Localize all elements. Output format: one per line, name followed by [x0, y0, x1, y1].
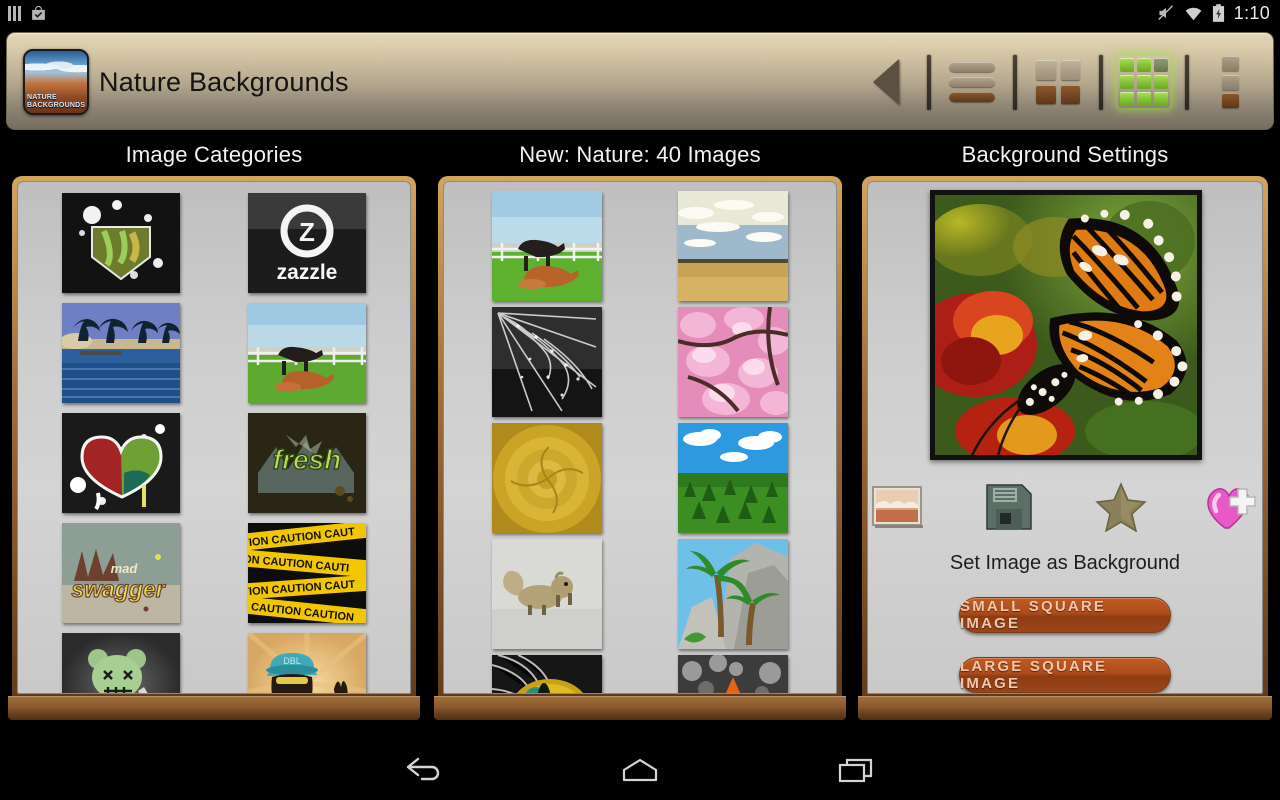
- list-item[interactable]: TION CAUTION CAUT ION CAUTION CAUTI TION…: [214, 518, 400, 628]
- list-item[interactable]: [454, 420, 640, 536]
- svg-text:swagger: swagger: [71, 576, 165, 602]
- toolbar-divider: [927, 54, 931, 110]
- status-bar-right-icons: 1:10: [1157, 0, 1270, 26]
- toolbar-divider: [1185, 54, 1189, 110]
- toolbar-divider: [1099, 54, 1103, 110]
- thumb-golden-field-sky[interactable]: [678, 191, 788, 301]
- svg-text:fresh: fresh: [273, 444, 341, 475]
- thumb-pink-blossoms[interactable]: [678, 307, 788, 417]
- column-header-new-nature: New: Nature: 40 Images: [519, 142, 761, 167]
- column-header-background-settings: Background Settings: [961, 142, 1169, 167]
- thumb-orange-starfish[interactable]: [678, 655, 788, 693]
- list-item[interactable]: mad swagger: [28, 518, 214, 628]
- list-item[interactable]: [454, 652, 640, 693]
- image-categories-list[interactable]: Z zazzle fresh mad swagger TION CAUTION …: [17, 181, 411, 694]
- large-square-image-button[interactable]: LARGE SQUARE IMAGE: [959, 657, 1171, 693]
- thumb-yellow-rose[interactable]: [492, 423, 602, 533]
- list-item[interactable]: [454, 304, 640, 420]
- set-wallpaper-icon[interactable]: [868, 478, 928, 536]
- thumb-jk-arrow-graffiti[interactable]: [62, 193, 180, 293]
- svg-text:Z: Z: [299, 217, 315, 247]
- toolbar-divider: [1013, 54, 1017, 110]
- play-store-bag-icon: [32, 5, 45, 20]
- back-nav-icon[interactable]: [364, 740, 484, 800]
- app-icon-caption: NATURE BACKGROUNDS: [27, 94, 86, 109]
- thumb-squirrel-sand[interactable]: [492, 539, 602, 649]
- thumb-horses-pasture[interactable]: [248, 303, 366, 403]
- thumb-zazzle-logo[interactable]: Z zazzle: [248, 193, 366, 293]
- list-item[interactable]: [454, 188, 640, 304]
- status-bar-clock: 1:10: [1233, 2, 1270, 23]
- back-arrow-icon[interactable]: [857, 53, 915, 111]
- thumb-palms-rocks[interactable]: [678, 539, 788, 649]
- favorite-star-icon[interactable]: [1091, 478, 1151, 536]
- thumb-mad-swagger[interactable]: mad swagger: [62, 523, 180, 623]
- list-item[interactable]: DBL: [214, 628, 400, 693]
- background-settings-panel: Set Image as Background SMALL SQUARE IMA…: [858, 176, 1272, 720]
- thumb-palm-lagoon[interactable]: [62, 303, 180, 403]
- list-item[interactable]: fresh: [214, 408, 400, 518]
- list-item[interactable]: [640, 652, 826, 693]
- add-to-favorites-heart-icon[interactable]: [1203, 478, 1263, 536]
- thumb-graffiti-heart[interactable]: [62, 413, 180, 513]
- wifi-icon: [1185, 7, 1202, 20]
- mute-icon: [1157, 5, 1173, 21]
- thumb-fresh-graffiti[interactable]: fresh: [248, 413, 366, 513]
- svg-text:zazzle: zazzle: [277, 261, 338, 284]
- thumb-cat-eye[interactable]: [492, 655, 602, 693]
- list-item[interactable]: [454, 536, 640, 652]
- new-nature-images-panel: [434, 176, 846, 720]
- status-bar-left-icons: [8, 0, 47, 26]
- thumb-hipster-beard[interactable]: DBL: [248, 633, 366, 693]
- save-floppy-icon[interactable]: [980, 478, 1040, 536]
- background-settings-content: Set Image as Background SMALL SQUARE IMA…: [867, 181, 1263, 694]
- background-action-icons: [868, 478, 1262, 536]
- thumb-caution-tape[interactable]: TION CAUTION CAUT ION CAUTION CAUTI TION…: [248, 523, 366, 623]
- list-item[interactable]: [28, 628, 214, 693]
- recent-apps-nav-icon[interactable]: [796, 740, 916, 800]
- nature-images-list[interactable]: [443, 181, 837, 694]
- overflow-menu-icon[interactable]: [1201, 53, 1259, 111]
- list-item[interactable]: [214, 298, 400, 408]
- list-item[interactable]: [28, 298, 214, 408]
- grid-3x3-view-icon[interactable]: [1115, 53, 1173, 111]
- thumb-zombie-bear[interactable]: [62, 633, 180, 693]
- list-item[interactable]: [640, 188, 826, 304]
- preview-monarch-butterfly[interactable]: [930, 190, 1202, 460]
- thumbnail-grid: Z zazzle fresh mad swagger TION CAUTION …: [18, 182, 410, 693]
- action-bar-tools: [857, 33, 1259, 131]
- grid-2x2-view-icon[interactable]: [1029, 53, 1087, 111]
- set-image-as-background-label: Set Image as Background: [949, 552, 1181, 574]
- panel-shelf: [8, 696, 420, 720]
- list-item[interactable]: [640, 420, 826, 536]
- list-item[interactable]: [28, 408, 214, 518]
- action-bar: NATURE BACKGROUNDS Nature Backgrounds: [6, 32, 1274, 130]
- app-icon[interactable]: NATURE BACKGROUNDS: [23, 49, 89, 115]
- list-item[interactable]: Z zazzle: [214, 188, 400, 298]
- thumb-forest-blue-sky[interactable]: [678, 423, 788, 533]
- panel-shelf: [434, 696, 846, 720]
- page-title: Nature Backgrounds: [99, 66, 349, 97]
- thumbnail-grid: [444, 182, 836, 693]
- status-bar: 1:10: [0, 0, 1280, 26]
- list-item[interactable]: [28, 188, 214, 298]
- home-nav-icon[interactable]: [580, 740, 700, 800]
- svg-text:mad: mad: [111, 561, 139, 576]
- list-item[interactable]: [640, 304, 826, 420]
- thumb-dewy-spiderweb[interactable]: [492, 307, 602, 417]
- image-categories-panel: Z zazzle fresh mad swagger TION CAUTION …: [8, 176, 420, 720]
- app-icon-clouds: [25, 59, 87, 75]
- list-view-icon[interactable]: [943, 53, 1001, 111]
- list-item[interactable]: [640, 536, 826, 652]
- thumb-horses-pasture[interactable]: [492, 191, 602, 301]
- navigation-bar: [0, 740, 1280, 800]
- signal-bars-icon: [8, 5, 22, 21]
- column-header-image-categories: Image Categories: [125, 142, 303, 167]
- panel-shelf: [858, 696, 1272, 720]
- battery-charging-icon: [1212, 3, 1224, 22]
- small-square-image-button[interactable]: SMALL SQUARE IMAGE: [959, 597, 1171, 633]
- svg-text:DBL: DBL: [283, 656, 301, 666]
